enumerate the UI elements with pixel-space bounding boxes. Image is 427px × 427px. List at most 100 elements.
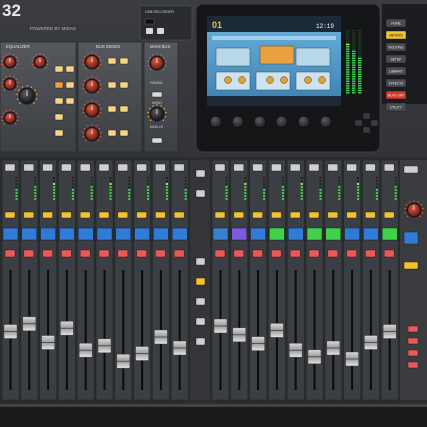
eq-band-button[interactable]	[54, 113, 64, 121]
eq-band-button[interactable]	[54, 97, 64, 105]
mono-button[interactable]	[151, 91, 163, 98]
usb-port[interactable]	[144, 18, 155, 25]
select-button[interactable]	[252, 163, 263, 172]
solo-button[interactable]	[252, 211, 263, 219]
solo-button[interactable]	[365, 211, 376, 219]
mute-button[interactable]	[42, 249, 53, 258]
solo-button[interactable]	[42, 211, 53, 219]
solo-button[interactable]	[136, 211, 147, 219]
layer-button[interactable]	[195, 337, 206, 346]
view-button-setup[interactable]: SETUP	[385, 54, 407, 64]
eq-mode-button[interactable]	[65, 97, 75, 105]
screen-encoder[interactable]	[209, 115, 223, 129]
solo-button[interactable]	[155, 211, 166, 219]
eq-mode-button[interactable]	[65, 65, 75, 73]
solo-button[interactable]	[4, 211, 16, 219]
mute-button[interactable]	[327, 249, 338, 258]
master-select-button[interactable]	[403, 165, 419, 174]
view-button-mute-grp[interactable]: MUTE GRP	[385, 90, 407, 100]
mute-group-button[interactable]	[407, 325, 419, 333]
select-button[interactable]	[384, 163, 395, 172]
mute-button[interactable]	[233, 249, 245, 258]
mute-button[interactable]	[23, 249, 34, 258]
solo-button[interactable]	[23, 211, 34, 219]
mute-button[interactable]	[384, 249, 395, 258]
mute-group-button[interactable]	[407, 361, 419, 369]
select-button[interactable]	[233, 163, 245, 172]
mute-button[interactable]	[4, 249, 16, 258]
select-button[interactable]	[365, 163, 376, 172]
screen-nav-button[interactable]	[370, 119, 379, 127]
mute-button[interactable]	[365, 249, 376, 258]
solo-button[interactable]	[290, 211, 301, 219]
mute-button[interactable]	[173, 249, 185, 258]
select-button[interactable]	[214, 163, 226, 172]
select-button[interactable]	[61, 163, 72, 172]
mute-button[interactable]	[271, 249, 282, 258]
select-button[interactable]	[42, 163, 53, 172]
mute-button[interactable]	[155, 249, 166, 258]
screen-encoder[interactable]	[319, 115, 333, 129]
select-button[interactable]	[327, 163, 338, 172]
solo-button[interactable]	[233, 211, 245, 219]
select-button[interactable]	[98, 163, 110, 172]
bus-send-button[interactable]	[119, 57, 129, 65]
view-button-library[interactable]: LIBRARY	[385, 66, 407, 76]
mute-button[interactable]	[117, 249, 129, 258]
select-button[interactable]	[117, 163, 129, 172]
screen-nav-button[interactable]	[354, 119, 363, 127]
screen-nav-button[interactable]	[362, 126, 371, 134]
mute-button[interactable]	[98, 249, 110, 258]
layer-button[interactable]	[195, 277, 206, 286]
solo-button[interactable]	[214, 211, 226, 219]
select-button[interactable]	[23, 163, 34, 172]
master-solo-button[interactable]	[403, 261, 419, 270]
solo-button[interactable]	[327, 211, 338, 219]
mute-button[interactable]	[136, 249, 147, 258]
solo-button[interactable]	[98, 211, 110, 219]
bus-send-button[interactable]	[107, 57, 117, 65]
solo-button[interactable]	[271, 211, 282, 219]
usb-button-record[interactable]	[157, 28, 164, 34]
screen-encoder[interactable]	[253, 115, 267, 129]
layer-button[interactable]	[195, 257, 206, 266]
screen-encoder[interactable]	[231, 115, 245, 129]
select-button[interactable]	[136, 163, 147, 172]
screen-encoder[interactable]	[275, 115, 289, 129]
master-lcd[interactable]	[403, 231, 419, 245]
layer-button[interactable]	[195, 169, 206, 178]
eq-band-button[interactable]	[54, 65, 64, 73]
mute-group-button[interactable]	[407, 349, 419, 357]
layer-button[interactable]	[195, 189, 206, 198]
mute-group-button[interactable]	[407, 337, 419, 345]
eq-band-button[interactable]	[54, 81, 64, 89]
solo-button[interactable]	[79, 211, 91, 219]
view-button-meters[interactable]: METERS	[385, 30, 407, 40]
view-button-effects[interactable]: EFFECTS	[385, 78, 407, 88]
solo-button[interactable]	[346, 211, 357, 219]
layer-button[interactable]	[195, 317, 206, 326]
bus-send-button[interactable]	[119, 105, 129, 113]
bus-send-button[interactable]	[107, 81, 117, 89]
usb-button-play[interactable]	[146, 28, 153, 34]
screen-nav-button[interactable]	[362, 112, 371, 120]
mute-button[interactable]	[346, 249, 357, 258]
eq-band-button[interactable]	[54, 129, 64, 137]
solo-button[interactable]	[117, 211, 129, 219]
mute-button[interactable]	[79, 249, 91, 258]
solo-button[interactable]	[173, 211, 185, 219]
mute-button[interactable]	[61, 249, 72, 258]
mute-button[interactable]	[252, 249, 263, 258]
bus-send-button[interactable]	[119, 129, 129, 137]
select-button[interactable]	[4, 163, 16, 172]
solo-button[interactable]	[308, 211, 320, 219]
view-button-routing[interactable]: ROUTING	[385, 42, 407, 52]
view-button-home[interactable]: HOME	[385, 18, 407, 28]
solo-button[interactable]	[384, 211, 395, 219]
bus-send-button[interactable]	[107, 129, 117, 137]
screen-encoder[interactable]	[297, 115, 311, 129]
view-button-utility[interactable]: UTILITY	[385, 102, 407, 112]
mute-button[interactable]	[290, 249, 301, 258]
select-button[interactable]	[308, 163, 320, 172]
solo-button[interactable]	[61, 211, 72, 219]
